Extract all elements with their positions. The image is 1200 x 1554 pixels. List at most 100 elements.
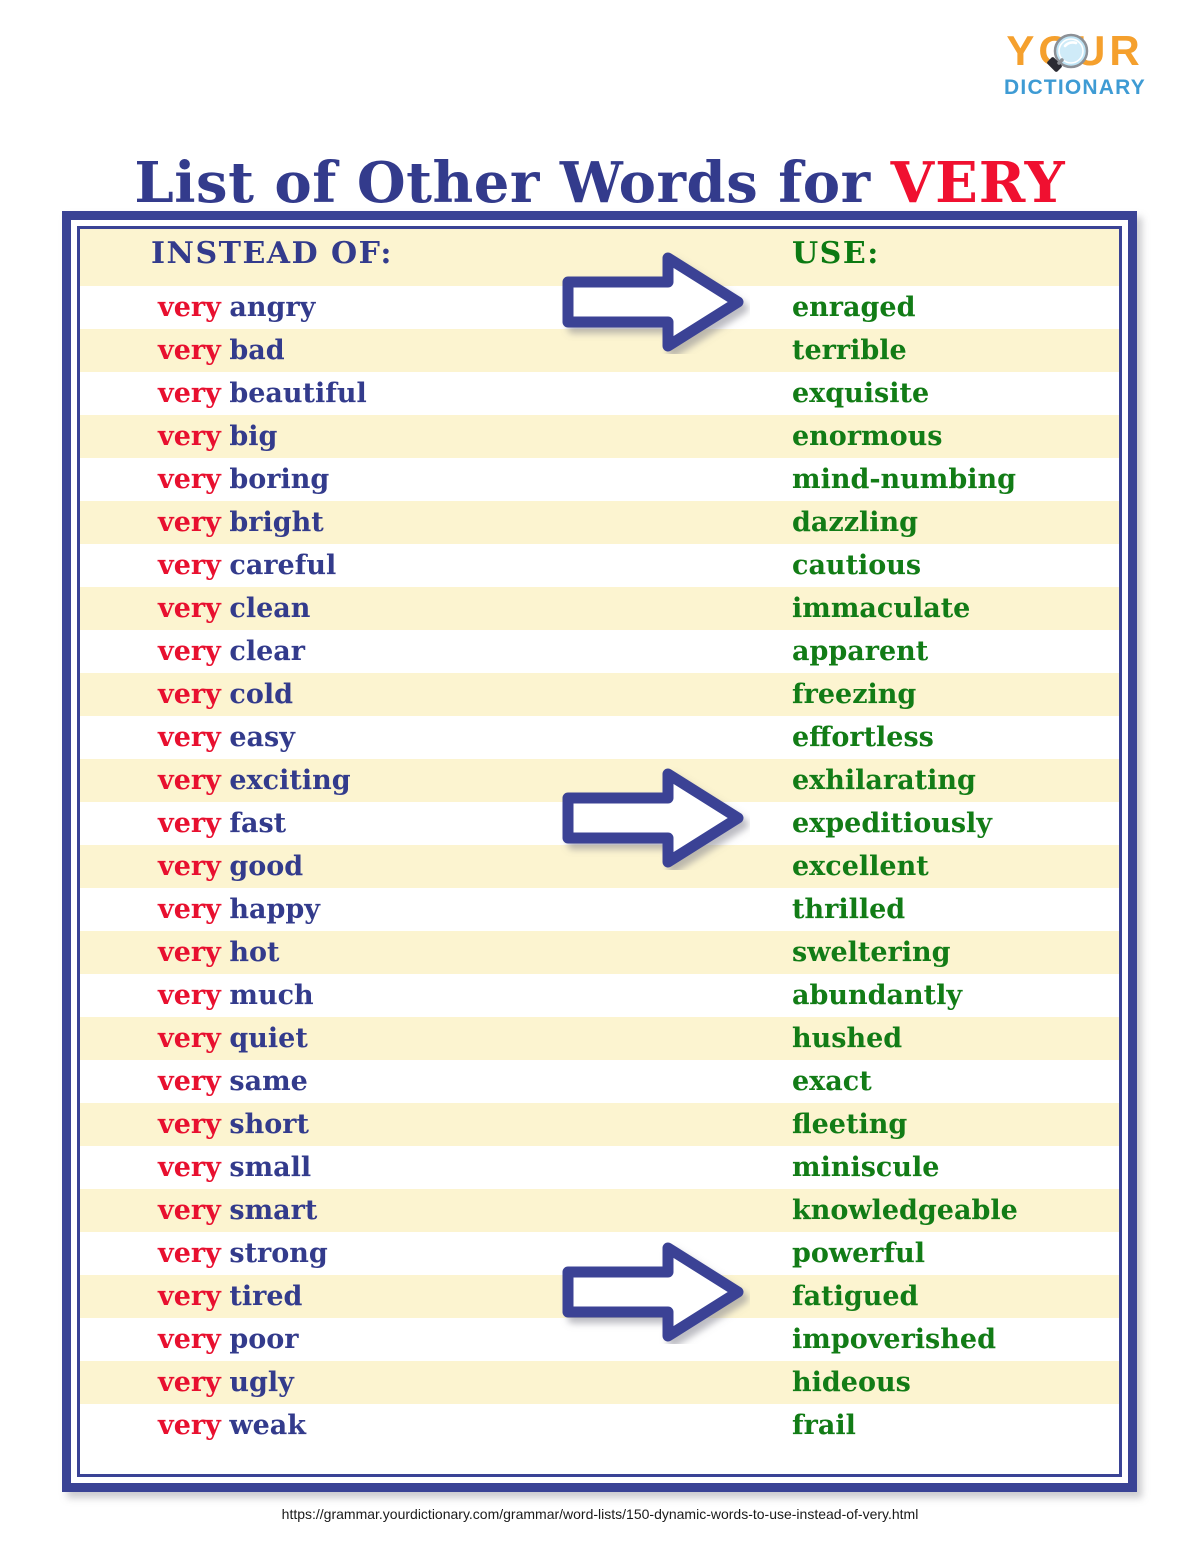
cell-instead-of: very short (158, 1105, 309, 1145)
word-very: very (158, 1281, 221, 1312)
cell-use: fatigued (792, 1281, 919, 1312)
table-row: very boring mind-numbing (80, 458, 1119, 501)
word-adjective: easy (229, 722, 295, 753)
word-very: very (158, 1238, 221, 1269)
word-very: very (158, 765, 221, 796)
cell-use: impoverished (792, 1324, 996, 1355)
word-adjective: big (229, 421, 278, 452)
cell-instead-of: very much (158, 976, 314, 1016)
content-frame: INSTEAD OF: USE: very angry enraged very b… (62, 211, 1137, 1492)
cell-use: mind-numbing (792, 464, 1017, 495)
page-title: List of Other Words for VERY (0, 150, 1200, 216)
cell-use: exquisite (792, 378, 930, 409)
cell-instead-of: very poor (158, 1320, 299, 1360)
word-very: very (158, 1152, 221, 1183)
word-very: very (158, 1023, 221, 1054)
word-adjective: same (229, 1066, 308, 1097)
word-very: very (158, 722, 221, 753)
cell-use: sweltering (792, 937, 951, 968)
word-very: very (158, 1109, 221, 1140)
cell-use: enormous (792, 421, 943, 452)
word-adjective: happy (229, 894, 320, 925)
word-very: very (158, 808, 221, 839)
word-very: very (158, 1324, 221, 1355)
cell-use: exact (792, 1066, 872, 1097)
cell-instead-of: very bad (158, 331, 285, 371)
table-row: very big enormous (80, 415, 1119, 458)
word-very: very (158, 378, 221, 409)
word-adjective: boring (229, 464, 330, 495)
table-row: very clear apparent (80, 630, 1119, 673)
cell-use: immaculate (792, 593, 971, 624)
cell-use: apparent (792, 636, 929, 667)
cell-instead-of: very hot (158, 933, 280, 973)
cell-instead-of: very happy (158, 890, 320, 930)
cell-instead-of: very smart (158, 1191, 317, 1231)
column-header-instead-of: INSTEAD OF: (151, 236, 393, 271)
cell-use: excellent (792, 851, 929, 882)
table-row: very short fleeting (80, 1103, 1119, 1146)
source-url: https://grammar.yourdictionary.com/gramm… (281, 1506, 919, 1522)
table-row: very tired fatigued (80, 1275, 1119, 1318)
cell-instead-of: very bright (158, 503, 324, 543)
table-row: very same exact (80, 1060, 1119, 1103)
cell-use: miniscule (792, 1152, 940, 1183)
cell-instead-of: very cold (158, 675, 293, 715)
cell-use: effortless (792, 722, 934, 753)
column-header-use: USE: (792, 236, 880, 271)
cell-instead-of: very careful (158, 546, 336, 586)
table-row: very bad terrible (80, 329, 1119, 372)
cell-use: expeditiously (792, 808, 992, 839)
word-very: very (158, 464, 221, 495)
magnifying-glass-icon (1047, 33, 1089, 72)
word-very: very (158, 335, 221, 366)
cell-instead-of: very small (158, 1148, 311, 1188)
table-row: very fast expeditiously (80, 802, 1119, 845)
cell-instead-of: very strong (158, 1234, 328, 1274)
word-very: very (158, 980, 221, 1011)
word-adjective: weak (229, 1410, 306, 1441)
table-row: very much abundantly (80, 974, 1119, 1017)
cell-instead-of: very beautiful (158, 374, 367, 414)
cell-use: freezing (792, 679, 917, 710)
word-adjective: poor (229, 1324, 299, 1355)
word-adjective: smart (229, 1195, 318, 1226)
word-very: very (158, 937, 221, 968)
cell-use: enraged (792, 292, 916, 323)
cell-instead-of: very good (158, 847, 303, 887)
table-row: very ugly hideous (80, 1361, 1119, 1404)
word-adjective: tired (229, 1281, 303, 1312)
table-row: very smart knowledgeable (80, 1189, 1119, 1232)
logo-word-dictionary: DICTIONARY (1004, 76, 1146, 99)
word-adjective: hot (229, 937, 280, 968)
word-adjective: cold (229, 679, 293, 710)
cell-use: hideous (792, 1367, 911, 1398)
page-title-accent: VERY (890, 149, 1066, 216)
word-adjective: good (229, 851, 304, 882)
table-row: very poor impoverished (80, 1318, 1119, 1361)
word-very: very (158, 593, 221, 624)
word-adjective: careful (229, 550, 337, 581)
table-row: very happy thrilled (80, 888, 1119, 931)
word-very: very (158, 550, 221, 581)
table-row: very quiet hushed (80, 1017, 1119, 1060)
word-adjective: clear (229, 636, 305, 667)
word-adjective: ugly (229, 1367, 294, 1398)
cell-use: hushed (792, 1023, 903, 1054)
word-very: very (158, 1410, 221, 1441)
cell-use: dazzling (792, 507, 919, 538)
word-adjective: exciting (229, 765, 351, 796)
word-adjective: much (229, 980, 314, 1011)
word-adjective: bright (229, 507, 324, 538)
cell-instead-of: very fast (158, 804, 286, 844)
word-very: very (158, 851, 221, 882)
cell-use: powerful (792, 1238, 926, 1269)
table-row: very good excellent (80, 845, 1119, 888)
word-adjective: fast (229, 808, 287, 839)
word-very: very (158, 1367, 221, 1398)
cell-use: abundantly (792, 980, 963, 1011)
table-row: very cold freezing (80, 673, 1119, 716)
table-row: very beautiful exquisite (80, 372, 1119, 415)
table-row: very exciting exhilarating (80, 759, 1119, 802)
cell-instead-of: very tired (158, 1277, 302, 1317)
